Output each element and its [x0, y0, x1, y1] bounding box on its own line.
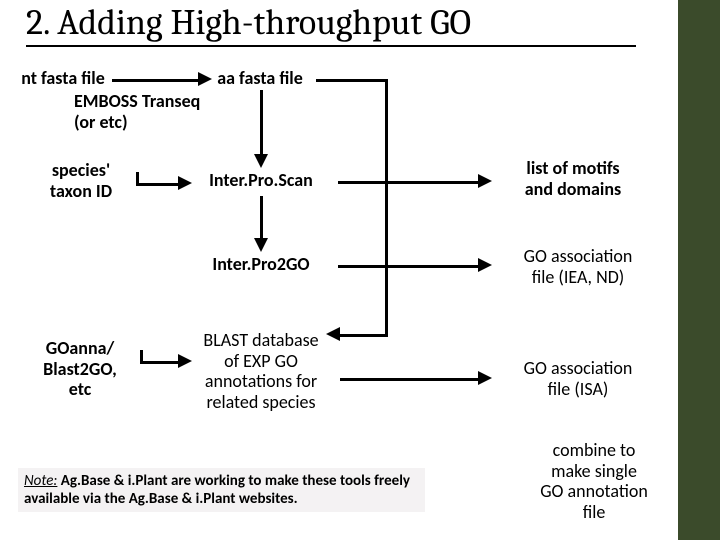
arrowhead-nt-to-aa: [198, 72, 212, 86]
node-aa-fasta: aa fasta file: [205, 68, 315, 89]
node-combine: combine tomake singleGO annotationfile: [524, 440, 664, 523]
arrow-taxon-elbow-h: [136, 183, 178, 186]
node-emboss: EMBOSS Transeq(or etc): [74, 91, 224, 132]
node-interproscan: Inter.Pro.Scan: [186, 170, 336, 191]
node-ga-isa: GO associationfile (ISA): [498, 358, 658, 399]
arrow-aa-to-interproscan: [260, 90, 263, 154]
arrow-aa-right-h1: [316, 79, 388, 82]
arrow-nt-to-aa: [112, 79, 198, 82]
node-ga-iea: GO associationfile (IEA, ND): [498, 246, 658, 287]
footnote-body: Ag.Base & i.Plant are working to make th…: [24, 472, 410, 508]
arrow-interpro2go-to-ga-iea: [338, 265, 478, 268]
node-taxon: species'taxon ID: [36, 160, 126, 201]
arrow-interproscan-to-motifs: [338, 181, 478, 184]
arrow-aa-right-v: [385, 79, 388, 337]
arrow-interproscan-to-interpro2go: [260, 196, 263, 238]
arrow-aa-right-h2: [338, 334, 388, 337]
arrowhead-interpro2go-to-ga-iea: [478, 258, 492, 272]
arrow-goanna-elbow-h: [140, 361, 178, 364]
node-goanna: GOanna/Blast2GO,etc: [30, 338, 130, 400]
arrowhead-aa-to-interproscan: [254, 154, 268, 168]
arrowhead-interproscan-to-motifs: [478, 174, 492, 188]
slide-title: 2. Adding High-throughput GO: [26, 2, 636, 47]
node-motifs: list of motifsand domains: [498, 158, 648, 199]
arrow-blast-to-ga-isa: [340, 378, 478, 381]
arrowhead-blast-to-ga-isa: [478, 371, 492, 385]
accent-stripe: [678, 0, 720, 540]
footnote-lead: Note:: [24, 472, 57, 490]
node-interpro2go: Inter.Pro2GO: [186, 254, 336, 275]
node-nt-fasta: nt fasta file: [8, 68, 118, 89]
node-blast-db: BLAST databaseof EXP GOannotations forre…: [186, 330, 336, 413]
arrowhead-taxon-to-interproscan: [178, 176, 192, 190]
footnote: Note: Ag.Base & i.Plant are working to m…: [18, 468, 425, 512]
arrowhead-goanna-to-blast: [178, 354, 192, 368]
arrowhead-interproscan-to-interpro2go: [254, 238, 268, 252]
